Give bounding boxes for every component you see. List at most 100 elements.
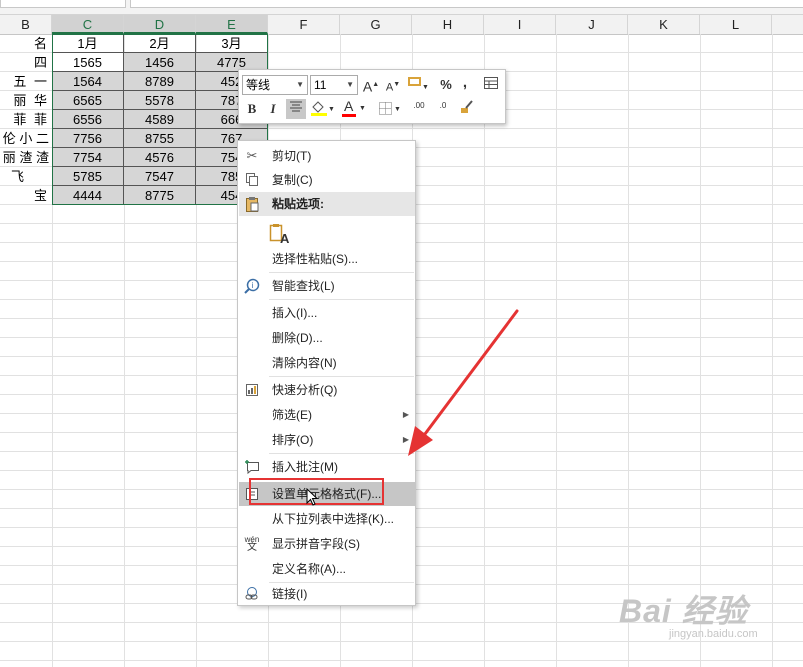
data-cell[interactable]: 6556 [52, 110, 124, 129]
data-cell[interactable]: 6565 [52, 91, 124, 110]
percent-style-button[interactable]: % [438, 75, 454, 95]
svg-text:▼: ▼ [328, 106, 335, 113]
format-cells-icon [244, 486, 260, 502]
accounting-format-button[interactable]: ▼ [406, 75, 430, 95]
grow-font-icon: A [362, 78, 373, 95]
data-cell[interactable]: 7756 [52, 129, 124, 148]
column-header-f[interactable]: F [268, 15, 340, 34]
scissors-icon: ✂ [246, 148, 258, 163]
data-cell[interactable]: 8789 [124, 72, 196, 91]
column-header-c[interactable]: C [52, 15, 124, 34]
menu-item-cut[interactable]: ✂ 剪切(T) [239, 144, 415, 168]
menu-item-paste-special[interactable]: 选择性粘贴(S)... [239, 247, 415, 271]
month-header-2[interactable]: 2月 [124, 34, 196, 53]
menu-item-filter[interactable]: 筛选(E) ▶ [239, 403, 415, 427]
menu-separator [269, 299, 414, 300]
name-cell[interactable]: 宝 [0, 186, 52, 205]
italic-button[interactable]: I [264, 99, 282, 119]
column-header-d[interactable]: D [124, 15, 196, 34]
menu-item-delete[interactable]: 删除(D)... [239, 326, 415, 350]
column-header-k[interactable]: K [628, 15, 700, 34]
increase-decimal-button[interactable]: .00 [409, 99, 429, 119]
menu-item-label: 复制(C) [272, 173, 313, 187]
menu-item-label: 清除内容(N) [272, 356, 337, 370]
data-cell[interactable]: 5785 [52, 167, 124, 186]
menu-item-pick-from-list[interactable]: 从下拉列表中选择(K)... [239, 507, 415, 531]
font-name-dropdown[interactable]: 等线 ▼ [242, 75, 308, 95]
bold-button[interactable]: B [243, 99, 261, 119]
column-header-j[interactable]: J [556, 15, 628, 34]
menu-item-label: 筛选(E) [272, 408, 312, 422]
column-header-g[interactable]: G [340, 15, 412, 34]
menu-item-clear-contents[interactable]: 清除内容(N) [239, 351, 415, 375]
paint-bucket-icon: ▼ [311, 101, 335, 116]
watermark-url: jingyan.baidu.com [669, 628, 758, 640]
decrease-font-size-button[interactable]: A▼ [384, 75, 402, 95]
menu-item-label: 选择性粘贴(S)... [272, 252, 358, 266]
format-painter-button[interactable] [457, 99, 477, 119]
data-cell[interactable]: 4589 [124, 110, 196, 129]
column-header-i[interactable]: I [484, 15, 556, 34]
name-cell[interactable]: 飞 [0, 167, 52, 186]
name-header-cell[interactable]: 名 [0, 34, 52, 53]
font-color-button[interactable]: A ▼ [340, 98, 366, 119]
data-cell[interactable]: 5578 [124, 91, 196, 110]
menu-separator [269, 376, 414, 377]
data-cell[interactable]: 4576 [124, 148, 196, 167]
submenu-arrow-icon: ▶ [402, 410, 409, 419]
name-cell[interactable]: 菲 菲 [0, 110, 52, 129]
menu-item-show-phonetic[interactable]: wén 文 显示拼音字段(S) [239, 532, 415, 556]
menu-item-quick-analysis[interactable]: 快速分析(Q) [239, 378, 415, 402]
name-cell[interactable]: 丽 华 [0, 91, 52, 110]
menu-separator [269, 272, 414, 273]
menu-item-format-cells[interactable]: 设置单元格格式(F)... [239, 482, 415, 506]
copy-icon [244, 172, 260, 188]
menu-item-smart-lookup[interactable]: i 智能查找(L) [239, 274, 415, 298]
month-header-1[interactable]: 1月 [52, 34, 124, 53]
menu-item-link[interactable]: 链接(I) [239, 582, 415, 606]
data-cell[interactable]: 4444 [52, 186, 124, 205]
column-header-b[interactable]: B [0, 15, 52, 34]
font-size-dropdown[interactable]: 11 ▼ [310, 75, 358, 95]
formula-input[interactable] [130, 0, 803, 8]
accounting-format-icon: ▼ [408, 77, 429, 91]
name-box[interactable] [0, 0, 126, 8]
menu-item-label: 插入(I)... [272, 306, 318, 320]
data-cell[interactable]: 7547 [124, 167, 196, 186]
month-header-3[interactable]: 3月 [196, 34, 268, 53]
comma-style-button[interactable]: , [458, 73, 472, 93]
increase-font-size-button[interactable]: A▲ [362, 75, 380, 95]
menu-item-label: 插入批注(M) [272, 460, 338, 474]
menu-item-sort[interactable]: 排序(O) ▶ [239, 428, 415, 452]
data-cell[interactable]: 1456 [124, 53, 196, 72]
name-cell[interactable]: 五 一 [0, 72, 52, 91]
name-cell[interactable]: 四 [0, 53, 52, 72]
center-align-button[interactable] [286, 99, 306, 119]
data-cell[interactable]: 8775 [124, 186, 196, 205]
data-cell[interactable]: 8755 [124, 129, 196, 148]
borders-button[interactable]: ▼ [377, 99, 403, 119]
decrease-decimal-button[interactable]: .0 [433, 99, 453, 119]
name-cell[interactable]: 伦 小 二 [0, 129, 52, 148]
menu-item-insert-comment[interactable]: 插入批注(M) [239, 455, 415, 479]
column-header-h[interactable]: H [412, 15, 484, 34]
column-header-l[interactable]: L [700, 15, 772, 34]
data-cell[interactable]: 1564 [52, 72, 124, 91]
format-table-button[interactable] [481, 75, 501, 95]
menu-item-label: 粘贴选项: [272, 197, 324, 211]
data-cell[interactable]: 7754 [52, 148, 124, 167]
fill-color-button[interactable]: ▼ [309, 99, 335, 119]
column-header-e[interactable]: E [196, 15, 268, 34]
svg-text:▼: ▼ [394, 106, 401, 113]
menu-item-insert[interactable]: 插入(I)... [239, 301, 415, 325]
menu-item-define-name[interactable]: 定义名称(A)... [239, 557, 415, 581]
paste-values-option[interactable]: A [269, 223, 291, 246]
data-cell[interactable]: 1565 [52, 53, 124, 72]
chevron-down-icon: ▼ [359, 105, 366, 112]
decrease-decimal-icon: .0 [439, 101, 447, 110]
name-cell[interactable]: 丽 渣 渣 [0, 148, 52, 167]
column-header-m[interactable] [772, 15, 803, 34]
formula-bar-strip [0, 0, 803, 15]
svg-text:▼: ▼ [422, 84, 429, 91]
menu-item-copy[interactable]: 复制(C) [239, 168, 415, 192]
